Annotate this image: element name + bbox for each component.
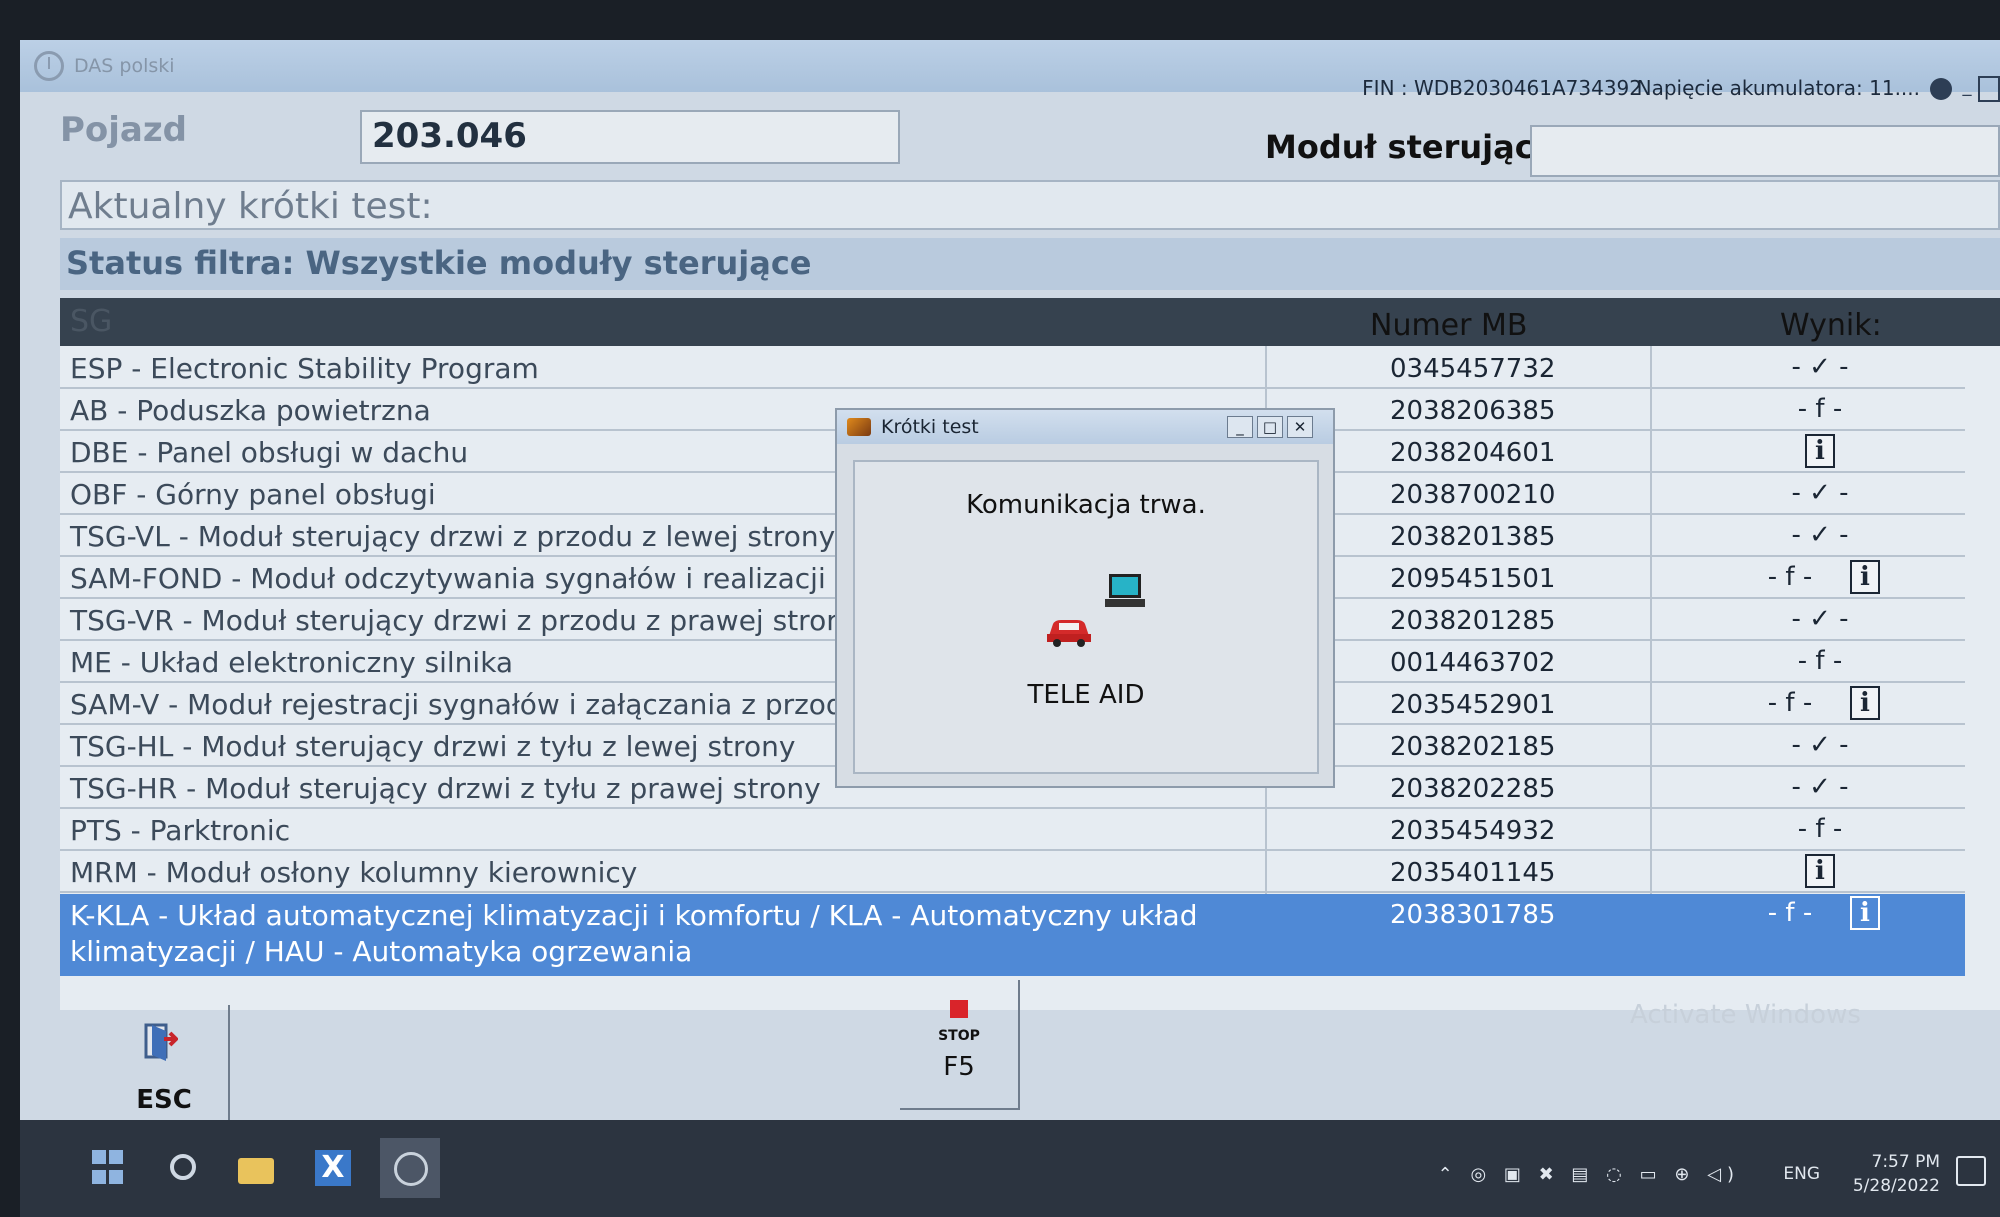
- module-name: MRM - Moduł osłony kolumny kierownicy: [70, 856, 638, 889]
- fin-label: FIN : WDB2030461A734392: [1362, 76, 1642, 100]
- tele-aid-label: TELE AID: [1027, 680, 1145, 710]
- mb-number: 0345457732: [1390, 354, 1556, 384]
- windows-start-icon[interactable]: [92, 1150, 128, 1186]
- vehicle-field: 203.046: [360, 110, 900, 164]
- vehicle-label: Pojazd: [60, 110, 188, 150]
- result-status: - f -: [1797, 394, 1843, 424]
- module-name: TSG-HR - Moduł sterujący drzwi z tyłu z …: [70, 772, 821, 805]
- stop-button[interactable]: STOP F5: [900, 980, 1020, 1110]
- dialog-minimize-button[interactable]: _: [1227, 416, 1253, 438]
- module-name: AB - Poduszka powietrzna: [70, 394, 431, 427]
- mb-number: 2038201385: [1390, 522, 1556, 552]
- clock-time: 7:57 PM: [1871, 1152, 1941, 1172]
- mb-number: 2038206385: [1390, 396, 1556, 426]
- mercedes-logo-icon: [34, 51, 64, 81]
- result-status: - ✓ -: [1791, 772, 1849, 802]
- control-module-label: Moduł sterujący: [1265, 128, 1555, 166]
- mb-number: 2038301785: [1390, 900, 1556, 930]
- module-name: SAM-V - Moduł rejestracji sygnałów i zał…: [70, 688, 862, 721]
- mb-number: 2038201285: [1390, 606, 1556, 636]
- notification-center-icon[interactable]: [1956, 1156, 1986, 1186]
- dialog-title: Krótki test: [881, 416, 979, 438]
- module-name: TSG-VR - Moduł sterujący drzwi z przodu …: [70, 604, 861, 637]
- control-module-field: [1530, 125, 2000, 177]
- clock-date: 5/28/2022: [1852, 1176, 1940, 1196]
- dialog-body: Komunikacja trwa. TELE AID: [853, 460, 1319, 774]
- maximize-button[interactable]: [1978, 76, 2000, 102]
- module-name: K-KLA - Układ automatycznej klimatyzacji…: [70, 899, 1198, 968]
- module-name: ESP - Electronic Stability Program: [70, 352, 539, 385]
- module-name: TSG-HL - Moduł sterujący drzwi z tyłu z …: [70, 730, 796, 763]
- result-status: - f -: [1797, 646, 1843, 676]
- das-window: DAS polski FIN : WDB2030461A734392 Napię…: [20, 40, 2000, 1217]
- info-icon[interactable]: i: [1805, 854, 1835, 888]
- window-title: DAS polski: [74, 55, 175, 77]
- table-row[interactable]: K-KLA - Układ automatycznej klimatyzacji…: [60, 894, 1965, 976]
- module-name: DBE - Panel obsługi w dachu: [70, 436, 469, 469]
- stop-icon: [950, 1000, 968, 1018]
- info-icon[interactable]: i: [1850, 686, 1880, 720]
- das-app-icon[interactable]: [380, 1138, 440, 1198]
- short-test-dialog: Krótki test _ □ ✕ Komunikacja trwa. TELE…: [835, 408, 1335, 788]
- module-name: OBF - Górny panel obsługi: [70, 478, 436, 511]
- mb-number: 2035454932: [1390, 816, 1556, 846]
- dialog-close-button[interactable]: ✕: [1287, 416, 1313, 438]
- mb-number: 2038202185: [1390, 732, 1556, 762]
- search-icon[interactable]: [170, 1154, 196, 1180]
- dialog-maximize-button[interactable]: □: [1257, 416, 1283, 438]
- result-status: - ✓ -: [1791, 478, 1849, 508]
- windows-taskbar: X ⌃ ◎ ▣ ✖ ▤ ◌ ▭ ⊕ ◁) ENG 7:57 PM 5/28/20…: [20, 1120, 2000, 1217]
- car-icon: [1047, 620, 1091, 647]
- module-name: PTS - Parktronic: [70, 814, 291, 847]
- table-row[interactable]: MRM - Moduł osłony kolumny kierownicy 203…: [60, 852, 1965, 893]
- result-status: - ✓ -: [1791, 520, 1849, 550]
- module-name: SAM-FOND - Moduł odczytywania sygnałów i…: [70, 562, 882, 595]
- result-status: - ✓ -: [1791, 730, 1849, 760]
- taskbar-clock[interactable]: 7:57 PM 5/28/2022: [1853, 1150, 1940, 1198]
- dialog-message: Komunikacja trwa.: [966, 490, 1206, 520]
- result-status: - f -: [1767, 688, 1813, 718]
- mb-number: 2035452901: [1390, 690, 1556, 720]
- battery-voltage-label: Napięcie akumulatora: 11....: [1636, 76, 1920, 100]
- result-status: - f -: [1767, 562, 1813, 592]
- mb-number: 2038202285: [1390, 774, 1556, 804]
- column-header-sg: SG: [70, 304, 113, 339]
- mb-number: 2038204601: [1390, 438, 1556, 468]
- laptop-icon: [1105, 574, 1145, 607]
- table-row[interactable]: PTS - Parktronic 2035454932 - f -: [60, 810, 1965, 851]
- stop-label: STOP: [938, 1028, 980, 1044]
- info-icon[interactable]: i: [1805, 434, 1835, 468]
- result-status: - f -: [1797, 814, 1843, 844]
- mb-number: 2035401145: [1390, 858, 1556, 888]
- table-header: SG Numer MB Wynik:: [60, 298, 2000, 346]
- result-status: - ✓ -: [1791, 352, 1849, 382]
- dialog-app-icon: [847, 418, 871, 436]
- activate-windows-watermark: Activate Windows: [1630, 1000, 1861, 1030]
- mb-number: 0014463702: [1390, 648, 1556, 678]
- current-test-field: Aktualny krótki test:: [60, 180, 2000, 230]
- language-indicator[interactable]: ENG: [1783, 1164, 1820, 1184]
- esc-button[interactable]: ESC: [100, 1005, 230, 1123]
- module-name: ME - Układ elektroniczny silnika: [70, 646, 514, 679]
- minimize-button[interactable]: _: [1956, 76, 1978, 102]
- table-row[interactable]: ESP - Electronic Stability Program 034545…: [60, 348, 1965, 389]
- f5-key-label: F5: [943, 1052, 975, 1082]
- help-icon[interactable]: [1930, 78, 1952, 100]
- info-icon[interactable]: i: [1850, 560, 1880, 594]
- info-icon[interactable]: i: [1850, 896, 1880, 930]
- system-tray-icons[interactable]: ⌃ ◎ ▣ ✖ ▤ ◌ ▭ ⊕ ◁): [1438, 1164, 1740, 1185]
- module-name: TSG-VL - Moduł sterujący drzwi z przodu …: [70, 520, 836, 553]
- mb-number: 2038700210: [1390, 480, 1556, 510]
- mb-number: 2095451501: [1390, 564, 1556, 594]
- column-header-result: Wynik:: [1780, 308, 1882, 343]
- column-header-mb: Numer MB: [1370, 308, 1528, 343]
- xentry-app-icon[interactable]: X: [315, 1150, 351, 1186]
- filter-status: Status filtra: Wszystkie moduły sterując…: [60, 238, 2000, 290]
- result-status: - f -: [1767, 898, 1813, 928]
- result-status: - ✓ -: [1791, 604, 1849, 634]
- file-explorer-icon[interactable]: [238, 1158, 274, 1184]
- exit-door-icon: [144, 1023, 178, 1061]
- esc-label: ESC: [136, 1085, 192, 1115]
